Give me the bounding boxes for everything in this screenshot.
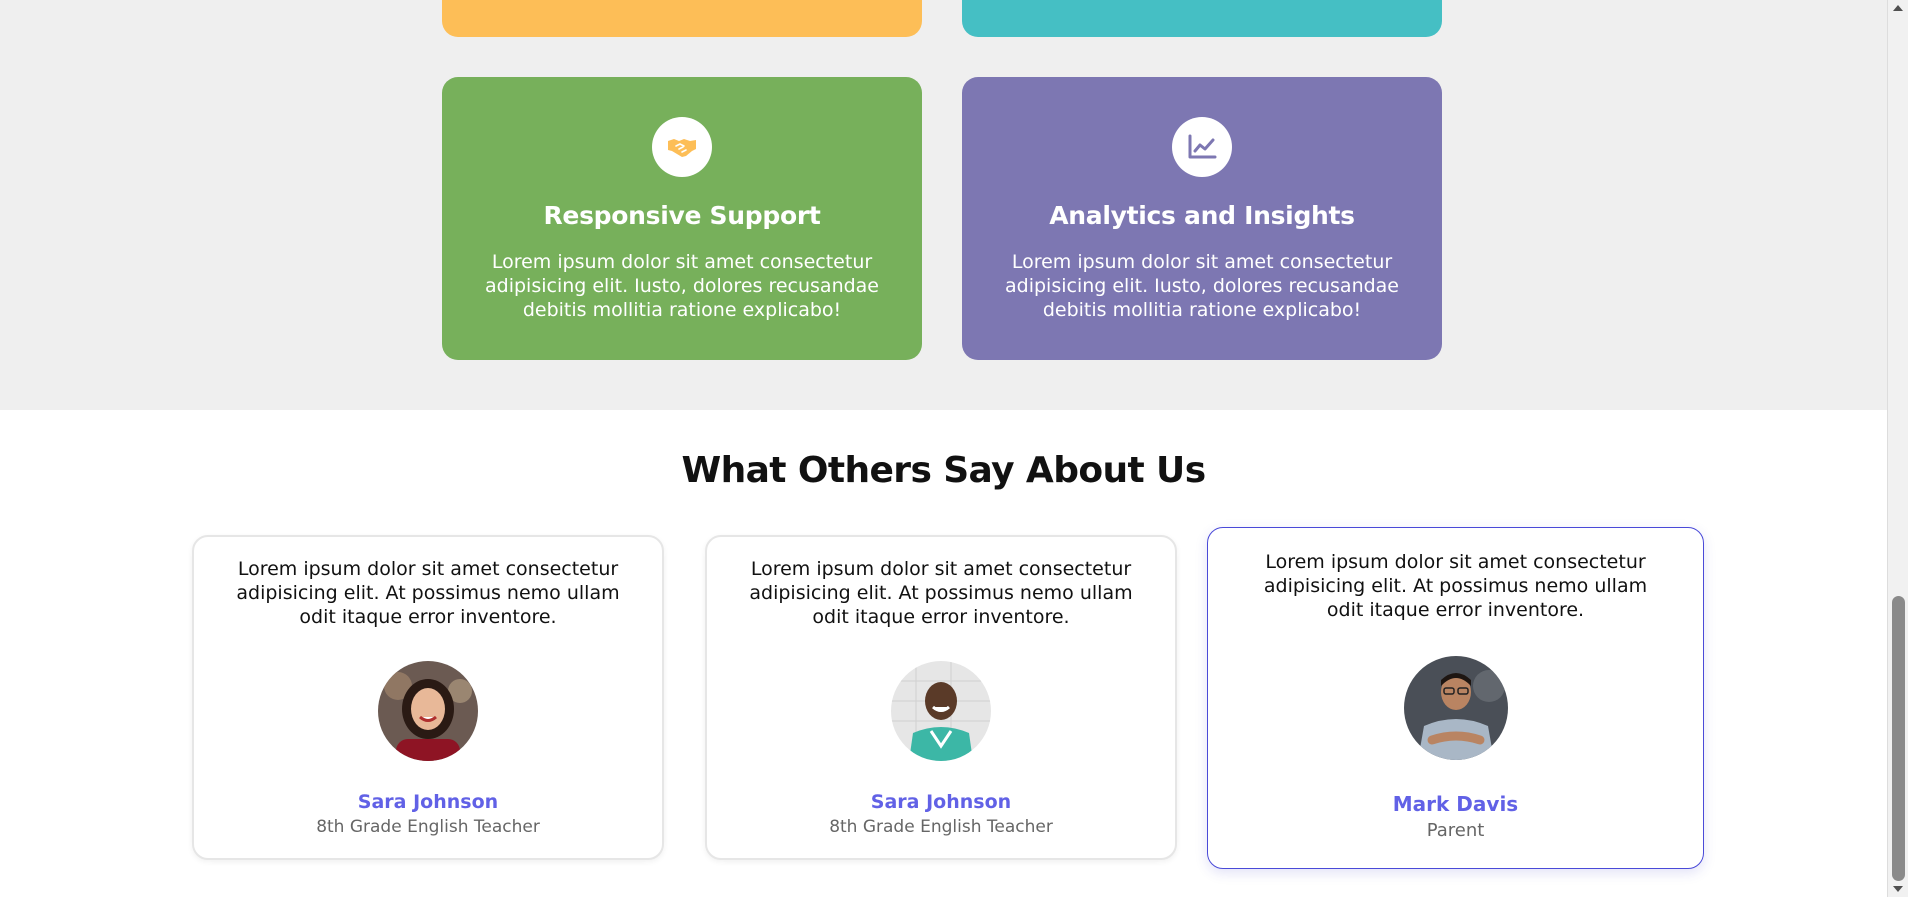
feature-card-responsive-support: Responsive Support Lorem ipsum dolor sit…	[442, 77, 922, 360]
testimonials-section: What Others Say About Us Lorem ipsum dol…	[0, 410, 1887, 897]
testimonial-name: Sara Johnson	[357, 791, 499, 813]
testimonial-card-highlighted[interactable]: Lorem ipsum dolor sit amet consectetur a…	[1207, 527, 1704, 869]
testimonial-role: Parent	[1426, 820, 1485, 841]
testimonial-name: Mark Davis	[1392, 792, 1519, 816]
avatar	[891, 661, 991, 761]
testimonial-quote: Lorem ipsum dolor sit amet consectetur a…	[1263, 551, 1648, 621]
testimonial-card[interactable]: Lorem ipsum dolor sit amet consectetur a…	[705, 535, 1177, 860]
avatar	[378, 661, 478, 761]
features-section: Responsive Support Lorem ipsum dolor sit…	[0, 0, 1887, 410]
feature-card-teal	[962, 0, 1442, 37]
testimonial-quote: Lorem ipsum dolor sit amet consectetur a…	[749, 558, 1133, 628]
testimonial-role: 8th Grade English Teacher	[316, 817, 540, 837]
feature-title: Responsive Support	[543, 201, 821, 230]
avatar	[1403, 656, 1508, 760]
feature-title: Analytics and Insights	[1049, 201, 1355, 230]
chart-line-icon	[1172, 117, 1232, 177]
testimonial-name: Sara Johnson	[870, 791, 1012, 813]
feature-card-yellow	[442, 0, 922, 37]
scrollbar-thumb[interactable]	[1892, 596, 1905, 881]
testimonial-quote: Lorem ipsum dolor sit amet consectetur a…	[236, 558, 620, 628]
vertical-scrollbar[interactable]	[1887, 0, 1908, 897]
feature-description: Lorem ipsum dolor sit amet consectetur a…	[1005, 251, 1399, 321]
feature-description: Lorem ipsum dolor sit amet consectetur a…	[485, 251, 879, 321]
scroll-down-arrow-icon[interactable]	[1893, 886, 1903, 892]
scroll-up-arrow-icon[interactable]	[1893, 5, 1903, 11]
handshake-icon	[652, 117, 712, 177]
testimonial-role: 8th Grade English Teacher	[829, 817, 1053, 837]
section-title: What Others Say About Us	[681, 450, 1206, 491]
testimonial-card[interactable]: Lorem ipsum dolor sit amet consectetur a…	[192, 535, 664, 860]
feature-card-analytics: Analytics and Insights Lorem ipsum dolor…	[962, 77, 1442, 360]
